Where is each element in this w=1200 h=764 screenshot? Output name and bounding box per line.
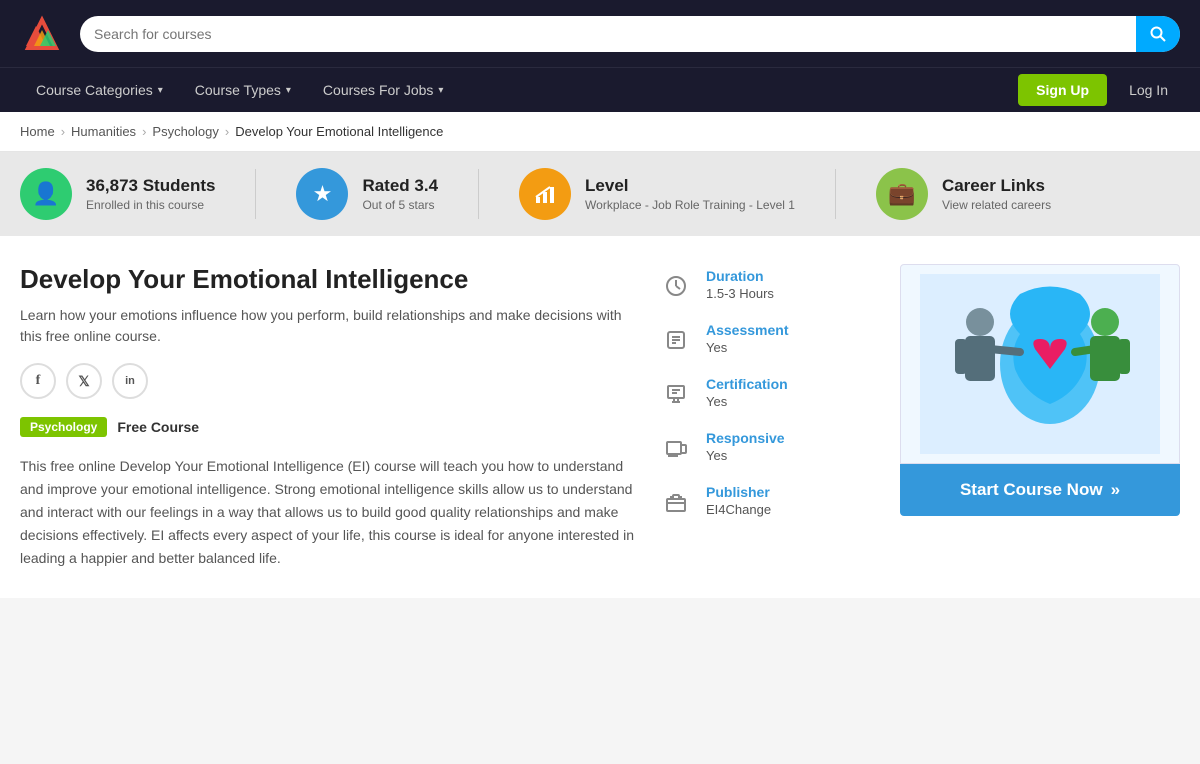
stat-rating-text: Rated 3.4 Out of 5 stars: [362, 176, 438, 212]
stat-rating-sub: Out of 5 stars: [362, 198, 438, 212]
course-right: Start Course Now »: [900, 264, 1180, 570]
stats-bar: 👤 36,873 Students Enrolled in this cours…: [0, 152, 1200, 236]
publisher-value: EI4Change: [706, 502, 771, 517]
stat-careers-sub: View related careers: [942, 198, 1051, 212]
logo: [20, 10, 64, 57]
info-publisher: Publisher EI4Change: [660, 484, 880, 518]
linkedin-icon: in: [125, 375, 135, 387]
stat-students-title: 36,873 Students: [86, 176, 215, 196]
breadcrumb: Home › Humanities › Psychology › Develop…: [0, 112, 1200, 152]
certification-value: Yes: [706, 394, 788, 409]
signup-button[interactable]: Sign Up: [1018, 74, 1107, 106]
course-short-desc: Learn how your emotions influence how yo…: [20, 305, 640, 347]
duration-label: Duration: [706, 268, 774, 284]
stat-level: Level Workplace - Job Role Training - Le…: [519, 168, 795, 220]
publisher-label: Publisher: [706, 484, 771, 500]
responsive-icon: [660, 432, 692, 464]
chevron-down-icon: ▾: [438, 85, 443, 96]
twitter-share-button[interactable]: 𝕏: [66, 363, 102, 399]
stat-level-text: Level Workplace - Job Role Training - Le…: [585, 176, 795, 212]
assessment-icon: [660, 324, 692, 356]
chevron-down-icon: ▾: [286, 85, 291, 96]
breadcrumb-psychology[interactable]: Psychology: [152, 124, 218, 139]
facebook-icon: f: [36, 373, 41, 389]
rating-icon: ★: [296, 168, 348, 220]
linkedin-share-button[interactable]: in: [112, 363, 148, 399]
breadcrumb-current: Develop Your Emotional Intelligence: [235, 124, 443, 139]
free-course-tag: Free Course: [117, 419, 199, 435]
stat-rating: ★ Rated 3.4 Out of 5 stars: [296, 168, 438, 220]
nav-link-categories[interactable]: Course Categories ▾: [20, 68, 179, 112]
secondary-nav: Course Categories ▾ Course Types ▾ Cours…: [0, 67, 1200, 112]
duration-icon: [660, 270, 692, 302]
tags-row: Psychology Free Course: [20, 417, 640, 437]
careers-icon: 💼: [876, 168, 928, 220]
stat-divider: [255, 169, 256, 219]
responsive-value: Yes: [706, 448, 785, 463]
course-left: Develop Your Emotional Intelligence Lear…: [20, 264, 640, 570]
start-course-button[interactable]: Start Course Now »: [900, 464, 1180, 516]
info-publisher-text: Publisher EI4Change: [706, 484, 771, 517]
main-content: Develop Your Emotional Intelligence Lear…: [0, 236, 1200, 598]
stat-students-text: 36,873 Students Enrolled in this course: [86, 176, 215, 212]
course-long-desc: This free online Develop Your Emotional …: [20, 455, 640, 570]
stat-level-sub: Workplace - Job Role Training - Level 1: [585, 198, 795, 212]
search-wrapper: [80, 16, 1180, 52]
facebook-share-button[interactable]: f: [20, 363, 56, 399]
auth-buttons: Sign Up Log In: [1018, 74, 1180, 106]
course-title: Develop Your Emotional Intelligence: [20, 264, 640, 295]
twitter-icon: 𝕏: [78, 373, 89, 390]
stat-rating-title: Rated 3.4: [362, 176, 438, 196]
social-buttons: f 𝕏 in: [20, 363, 640, 399]
arrows-icon: »: [1111, 480, 1120, 500]
course-image: [900, 264, 1180, 464]
stat-divider: [835, 169, 836, 219]
breadcrumb-sep: ›: [61, 124, 65, 139]
info-certification-text: Certification Yes: [706, 376, 788, 409]
info-assessment-text: Assessment Yes: [706, 322, 789, 355]
responsive-label: Responsive: [706, 430, 785, 446]
course-middle: Duration 1.5-3 Hours Assessment Yes: [660, 264, 880, 570]
breadcrumb-humanities[interactable]: Humanities: [71, 124, 136, 139]
info-duration: Duration 1.5-3 Hours: [660, 268, 880, 302]
stat-divider: [478, 169, 479, 219]
breadcrumb-sep: ›: [225, 124, 229, 139]
start-course-label: Start Course Now: [960, 480, 1103, 500]
breadcrumb-home[interactable]: Home: [20, 124, 55, 139]
nav-links: Course Categories ▾ Course Types ▾ Cours…: [20, 68, 459, 112]
assessment-value: Yes: [706, 340, 789, 355]
students-icon: 👤: [20, 168, 72, 220]
info-responsive-text: Responsive Yes: [706, 430, 785, 463]
stat-careers-text: Career Links View related careers: [942, 176, 1051, 212]
stat-students-sub: Enrolled in this course: [86, 198, 215, 212]
stat-students: 👤 36,873 Students Enrolled in this cours…: [20, 168, 215, 220]
nav-link-types[interactable]: Course Types ▾: [179, 68, 307, 112]
search-input[interactable]: [80, 16, 1180, 52]
info-responsive: Responsive Yes: [660, 430, 880, 464]
level-icon: [519, 168, 571, 220]
info-assessment: Assessment Yes: [660, 322, 880, 356]
psychology-tag[interactable]: Psychology: [20, 417, 107, 437]
breadcrumb-sep: ›: [142, 124, 146, 139]
login-button[interactable]: Log In: [1117, 74, 1180, 106]
nav-link-jobs[interactable]: Courses For Jobs ▾: [307, 68, 460, 112]
top-bar: [0, 0, 1200, 67]
stat-careers-title: Career Links: [942, 176, 1051, 196]
search-button[interactable]: [1136, 16, 1180, 52]
duration-value: 1.5-3 Hours: [706, 286, 774, 301]
chevron-down-icon: ▾: [158, 85, 163, 96]
assessment-label: Assessment: [706, 322, 789, 338]
publisher-icon: [660, 486, 692, 518]
info-certification: Certification Yes: [660, 376, 880, 410]
certification-icon: [660, 378, 692, 410]
certification-label: Certification: [706, 376, 788, 392]
stat-level-title: Level: [585, 176, 795, 196]
info-duration-text: Duration 1.5-3 Hours: [706, 268, 774, 301]
stat-careers: 💼 Career Links View related careers: [876, 168, 1051, 220]
